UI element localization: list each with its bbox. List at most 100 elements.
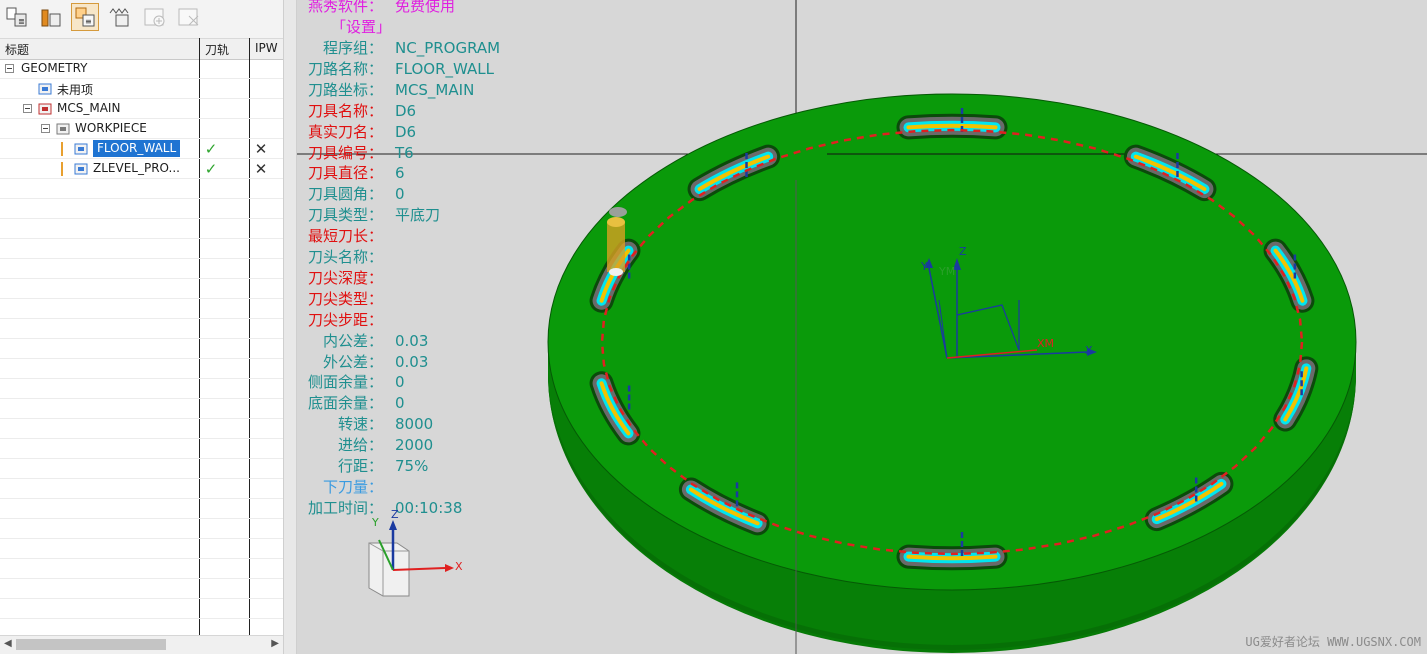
tree-row[interactable]: 未用项 (0, 79, 283, 99)
scrollbar-thumb[interactable] (16, 639, 166, 650)
triad-x-label: X (455, 560, 463, 573)
param-row: 刀尖步距： (303, 310, 563, 331)
tree-row[interactable]: GEOMETRY (0, 59, 283, 79)
param-value: 0 (395, 185, 405, 204)
param-value: T6 (395, 143, 414, 162)
param-value: 75% (395, 457, 429, 475)
tree-row[interactable]: MCS_MAIN (0, 99, 283, 119)
param-key: 行距： (337, 457, 383, 475)
param-value: 免费使用 (395, 0, 456, 15)
floor-wall-operation-icon (73, 141, 89, 157)
param-key: 侧面余量： (307, 373, 383, 392)
param-row: 转速： 8000 (303, 414, 563, 435)
add-object-button[interactable] (141, 3, 169, 31)
param-row: 内公差： 0.03 (303, 331, 563, 352)
param-row: 刀具类型： 平底刀 (303, 205, 563, 226)
param-key: 刀具编号： (307, 143, 383, 162)
wcs-x-label: X (1085, 344, 1093, 357)
tree-row[interactable]: FLOOR_WALL ✓ ✕ (0, 139, 283, 159)
program-order-view-button[interactable]: ≣ (3, 3, 31, 31)
collapse-toggle-icon[interactable] (23, 104, 32, 113)
navigator-header: 标题 刀轨 IPW (0, 38, 283, 60)
view-triad (368, 520, 454, 597)
column-toolpath-header[interactable]: 刀轨 (205, 41, 229, 58)
add-object-icon (144, 8, 165, 27)
machining-method-view-button[interactable] (105, 3, 133, 31)
param-key: 转速： (337, 415, 383, 434)
scroll-right-icon[interactable]: ▶ (271, 638, 279, 649)
param-value: FLOOR_WALL (395, 59, 494, 78)
software-header: 燕秀软件： 免费使用 (303, 0, 563, 17)
panel-splitter[interactable] (283, 0, 297, 654)
param-key: 刀路名称： (307, 59, 383, 78)
param-key: 外公差： (322, 352, 383, 371)
toolpath-generated-check-icon: ✓ (204, 160, 218, 178)
column-ipw-header[interactable]: IPW (255, 41, 278, 55)
param-value: 0.03 (395, 331, 429, 350)
collapse-toggle-icon[interactable] (5, 64, 14, 73)
param-key: 刀具名称： (307, 101, 383, 120)
triad-z-label: Z (391, 508, 399, 521)
tree-row (0, 399, 283, 419)
param-key: 刀路坐标： (307, 80, 383, 99)
param-row: 刀尖深度： (303, 268, 563, 289)
tree-item-label: 未用项 (57, 83, 94, 97)
param-key: 下刀量： (322, 477, 383, 496)
param-row: 刀具编号： T6 (303, 143, 563, 164)
ipw-missing-cross-icon: ✕ (254, 140, 268, 158)
tree-row[interactable]: ZLEVEL_PRO... ✓ ✕ (0, 159, 283, 179)
svg-text:≡: ≡ (85, 17, 92, 26)
param-value: 6 (395, 164, 405, 183)
param-key: 底面余量： (307, 394, 383, 413)
geometry-view-button[interactable]: ≡ (71, 3, 99, 31)
param-key: 刀头名称： (307, 248, 383, 266)
mcs-icon (37, 101, 53, 117)
tree-row (0, 179, 283, 199)
param-key: 刀尖步距： (307, 310, 383, 329)
machining-method-icon (109, 8, 129, 27)
workpiece-icon (55, 121, 71, 137)
tree-row (0, 219, 283, 239)
param-row: 真实刀名： D6 (303, 122, 563, 143)
toolpath-generated-check-icon: ✓ (204, 140, 218, 158)
param-row: 刀头名称： (303, 247, 563, 268)
param-row: 下刀量： (303, 477, 563, 498)
tree-row (0, 499, 283, 519)
param-value: 00:10:38 (395, 498, 463, 517)
tree-item-label: MCS_MAIN (57, 101, 121, 115)
scroll-left-icon[interactable]: ◀ (4, 638, 12, 649)
machine-tool-view-button[interactable] (37, 3, 65, 31)
column-name-header[interactable]: 标题 (5, 41, 29, 58)
horizontal-scrollbar[interactable]: ◀ ▶ (0, 635, 283, 654)
param-row: 刀具名称： D6 (303, 101, 563, 122)
navigator-toolbar: ≣ ≡ (0, 0, 283, 38)
param-row: 最短刀长： (303, 226, 563, 247)
param-value: MCS_MAIN (395, 80, 475, 99)
param-row: 底面余量： 0 (303, 393, 563, 414)
param-row: 加工时间： 00:10:38 (303, 498, 563, 519)
param-row: 行距： 75% (303, 456, 563, 477)
tree-row[interactable]: WORKPIECE (0, 119, 283, 139)
geometry-view-icon: ≡ (75, 7, 95, 27)
param-value: 8000 (395, 415, 434, 434)
collapse-toggle-icon[interactable] (41, 124, 50, 133)
param-row: 外公差： 0.03 (303, 352, 563, 373)
param-key: 最短刀长： (307, 227, 383, 246)
graphics-viewport[interactable]: 燕秀软件： 免费使用 「设置」程序组： NC_PROGRAM 刀路名称： FLOOR_WA… (297, 0, 1427, 654)
param-key: 加工时间： (307, 498, 383, 517)
machine-tool-icon (41, 9, 61, 27)
param-value: 2000 (395, 436, 434, 455)
settings-label: 「设置」 (331, 18, 392, 36)
tree-row (0, 259, 283, 279)
tree-row (0, 339, 283, 359)
tree-item-label: ZLEVEL_PRO... (93, 161, 180, 175)
param-row: 程序组： NC_PROGRAM (303, 38, 563, 59)
param-row: 刀具直径： 6 (303, 163, 563, 184)
param-row: 刀尖类型： (303, 289, 563, 310)
param-key: 燕秀软件： (307, 0, 383, 15)
plate-top (547, 93, 1357, 591)
zlevel-operation-icon (73, 161, 89, 177)
param-key: 内公差： (322, 331, 383, 350)
delete-object-button[interactable] (175, 3, 203, 31)
param-row: 刀路名称： FLOOR_WALL (303, 59, 563, 80)
